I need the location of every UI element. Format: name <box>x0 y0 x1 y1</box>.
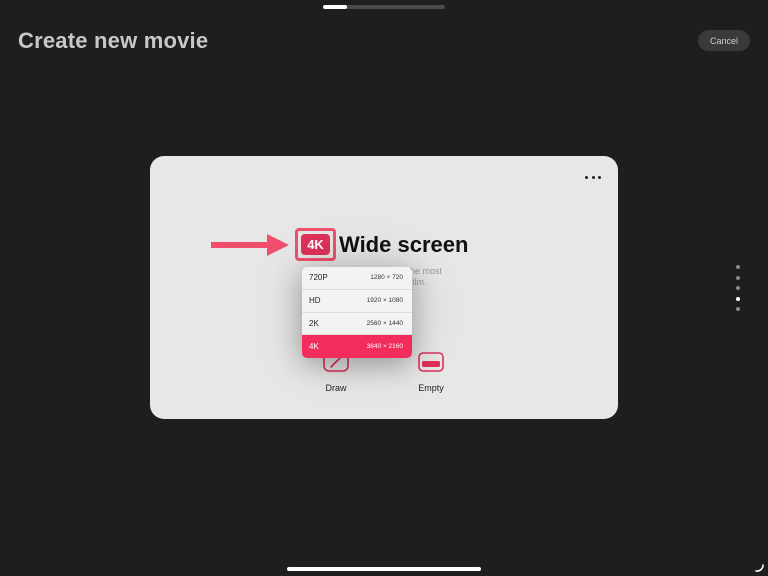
empty-canvas-icon <box>418 352 444 372</box>
more-options-icon[interactable] <box>585 174 601 180</box>
resolution-name: 2K <box>309 318 319 328</box>
loading-spinner-icon <box>755 564 764 572</box>
resolution-name: HD <box>309 296 321 306</box>
top-progress-fill <box>323 5 348 9</box>
top-progress-bar <box>323 5 445 9</box>
format-title: Wide screen <box>339 232 469 257</box>
resolution-dims: 1920 × 1080 <box>366 297 403 305</box>
resolution-badge-highlight[interactable]: 4K <box>295 228 336 261</box>
annotation-arrow-icon <box>211 234 289 256</box>
empty-option[interactable]: Empty <box>411 352 451 393</box>
resolution-option-2k[interactable]: 2K 2560 × 1440 <box>302 313 412 336</box>
page-dot[interactable] <box>736 307 740 311</box>
resolution-option-hd[interactable]: HD 1920 × 1080 <box>302 290 412 313</box>
resolution-dropdown[interactable]: 720P 1280 × 720 HD 1920 × 1080 2K 2560 ×… <box>302 267 412 358</box>
page-indicator[interactable] <box>736 265 741 311</box>
more-dot <box>591 175 595 179</box>
empty-option-label: Empty <box>418 383 444 393</box>
resolution-name: 720P <box>309 273 328 283</box>
home-indicator[interactable] <box>287 567 481 571</box>
create-movie-screen: Create new movie Cancel 4K Wide screen h… <box>0 0 768 576</box>
resolution-option-720p[interactable]: 720P 1280 × 720 <box>302 267 412 290</box>
resolution-dims: 2560 × 1440 <box>366 319 403 327</box>
page-dot[interactable] <box>736 296 740 301</box>
resolution-dims: 1280 × 720 <box>370 274 403 282</box>
resolution-name: 4K <box>309 342 319 352</box>
resolution-dims: 3840 × 2160 <box>366 343 403 351</box>
draw-option-label: Draw <box>325 383 347 393</box>
page-dot[interactable] <box>736 275 740 280</box>
page-dot[interactable] <box>736 265 740 269</box>
cancel-button[interactable]: Cancel <box>698 30 750 51</box>
draw-option[interactable]: Draw <box>316 352 356 393</box>
format-description: he most film. <box>410 266 443 287</box>
page-title: Create new movie <box>18 28 209 53</box>
more-dot <box>598 175 601 179</box>
page-dot[interactable] <box>736 286 740 290</box>
resolution-option-4k[interactable]: 4K 3840 × 2160 <box>302 335 412 358</box>
more-dot <box>585 175 588 179</box>
resolution-badge[interactable]: 4K <box>301 234 330 255</box>
